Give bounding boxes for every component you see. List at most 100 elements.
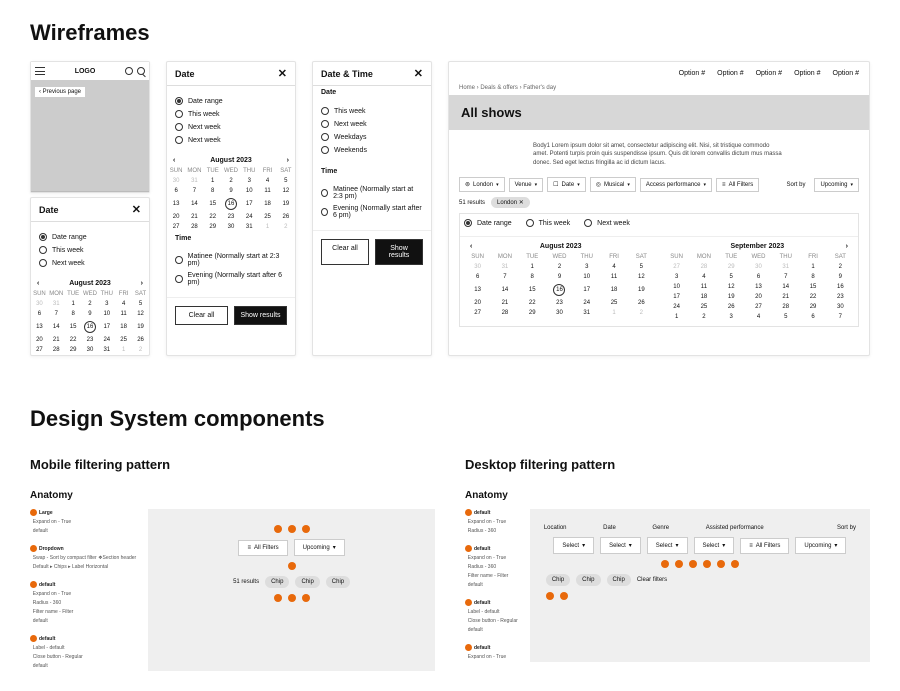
show-results-button[interactable]: Show results (234, 306, 287, 325)
radio-label: Evening (Normally start after 6 pm) (333, 205, 423, 219)
radio[interactable] (321, 107, 329, 115)
radio[interactable] (526, 219, 534, 227)
section-label: Date (313, 86, 431, 96)
radio-label: Date range (477, 220, 512, 227)
month-label: August 2023 (540, 243, 582, 250)
next-month-icon[interactable]: › (287, 157, 289, 164)
chip[interactable]: Chip (265, 576, 289, 588)
filter-location[interactable]: ⊚ London ▾ (459, 177, 505, 192)
radio-label: Evening (Normally start after 6 pm) (188, 272, 288, 286)
radio[interactable] (39, 233, 47, 241)
wireframe-desktop: Option # Option # Option # Option # Opti… (448, 61, 870, 356)
filter-select[interactable]: Select ▾ (647, 537, 688, 554)
clear-button[interactable]: Clear all (175, 306, 228, 325)
col-label: Location (544, 525, 567, 531)
radio-label: Next week (334, 121, 367, 128)
chip[interactable]: Chip (295, 576, 319, 588)
anatomy-legend: Large Expand on - True defaultDropdown S… (30, 509, 136, 671)
calendar[interactable]: SUNMONTUEWEDTHUFRISAT3031123456789101112… (31, 289, 149, 355)
radio[interactable] (464, 219, 472, 227)
filter-date[interactable]: ☐ Date ▾ (547, 177, 586, 192)
radio-label: Next week (188, 124, 221, 131)
results-count: 51 results (233, 579, 259, 585)
back-link[interactable]: ‹ Previous page (35, 87, 85, 97)
chip[interactable]: Chip (546, 574, 570, 586)
next-month-icon[interactable]: › (846, 243, 848, 250)
nav-link[interactable]: Option # (794, 70, 820, 77)
nav-link[interactable]: Option # (717, 70, 743, 77)
radio[interactable] (175, 256, 183, 264)
nav-link[interactable]: Option # (756, 70, 782, 77)
search-icon[interactable] (137, 67, 145, 75)
prev-month-icon[interactable]: ‹ (37, 280, 39, 287)
section-title: Wireframes (30, 20, 870, 46)
col-label: Sort by (837, 525, 856, 531)
radio[interactable] (39, 246, 47, 254)
col-label: Date (603, 525, 616, 531)
anatomy-legend: default Expand on - True Radius - 360def… (465, 509, 518, 662)
radio-label: Next week (52, 260, 85, 267)
prev-month-icon[interactable]: ‹ (470, 243, 472, 250)
filter-access[interactable]: Access performance ▾ (640, 178, 712, 192)
nav-link[interactable]: Option # (833, 70, 859, 77)
radio-label: Weekends (334, 147, 367, 154)
close-icon[interactable]: ✕ (414, 67, 423, 80)
show-results-button[interactable]: Show results (375, 239, 423, 265)
radio[interactable] (175, 136, 183, 144)
section-title: Design System components (30, 406, 870, 432)
calendar[interactable]: SUNMONTUEWEDTHUFRISAT3031123456789101112… (464, 252, 655, 318)
filter-genre[interactable]: ◎ Musical ▾ (590, 177, 636, 192)
chip[interactable]: Chip (576, 574, 600, 586)
calendar[interactable]: SUNMONTUEWEDTHUFRISAT2728293031123456789… (663, 252, 854, 322)
filter-tag[interactable]: London ✕ (491, 197, 530, 208)
mobile-pattern: Mobile filtering pattern Anatomy Large E… (30, 447, 435, 671)
panel-title: Date & Time (321, 69, 373, 79)
close-icon[interactable]: ✕ (278, 67, 287, 80)
chip[interactable]: Chip (607, 574, 631, 586)
panel-title: Date (175, 69, 195, 79)
filter-select[interactable]: Select ▾ (553, 537, 594, 554)
clear-filters-link[interactable]: Clear filters (637, 577, 667, 583)
radio[interactable] (321, 120, 329, 128)
radio-label: This week (52, 247, 84, 254)
nav-link[interactable]: Option # (679, 70, 705, 77)
radio-label: Weekdays (334, 134, 367, 141)
menu-icon[interactable] (35, 67, 45, 75)
sort-select[interactable]: Upcoming ▾ (294, 539, 345, 556)
pattern-title: Mobile filtering pattern (30, 457, 435, 472)
radio[interactable] (584, 219, 592, 227)
wireframe-date-panel: Date✕ Date range This week Next week Nex… (166, 61, 296, 356)
account-icon[interactable] (125, 67, 133, 75)
radio-label: Date range (188, 98, 223, 105)
clear-button[interactable]: Clear all (321, 239, 369, 265)
page-description: Body1 Lorem ipsum dolor sit amet, consec… (533, 142, 785, 167)
calendar[interactable]: SUNMONTUEWEDTHUFRISAT3031123456789101112… (167, 166, 295, 232)
sort-select[interactable]: Upcoming ▾ (814, 178, 859, 192)
all-filters-button[interactable]: ≡ All Filters (740, 538, 789, 554)
chip[interactable]: Chip (326, 576, 350, 588)
close-icon[interactable]: ✕ (132, 203, 141, 216)
radio[interactable] (321, 189, 328, 197)
sort-select[interactable]: Upcoming ▾ (795, 537, 846, 554)
radio[interactable] (39, 259, 47, 267)
col-label: Assisted performance (706, 525, 764, 531)
filter-venue[interactable]: Venue ▾ (509, 178, 544, 192)
prev-month-icon[interactable]: ‹ (173, 157, 175, 164)
radio[interactable] (175, 110, 183, 118)
radio[interactable] (175, 275, 183, 283)
date-popover: Date range This week Next week ‹August 2… (459, 213, 859, 327)
radio[interactable] (321, 208, 328, 216)
filter-select[interactable]: Select ▾ (600, 537, 641, 554)
radio[interactable] (175, 123, 183, 131)
radio[interactable] (175, 97, 183, 105)
wireframe-mobile: LOGO ‹ Previous page Date✕ Date range Th… (30, 61, 150, 356)
wireframe-datetime-panel: Date & Time✕ Date This week Next week We… (312, 61, 432, 356)
radio[interactable] (321, 146, 329, 154)
radio[interactable] (321, 133, 329, 141)
filter-select[interactable]: Select ▾ (694, 537, 735, 554)
next-month-icon[interactable]: › (141, 280, 143, 287)
section-label: Time (167, 232, 295, 242)
all-filters-button[interactable]: ≡ All Filters (238, 540, 287, 556)
all-filters-button[interactable]: ≡ All Filters (716, 178, 759, 192)
desktop-pattern: Desktop filtering pattern Anatomy defaul… (465, 447, 870, 671)
